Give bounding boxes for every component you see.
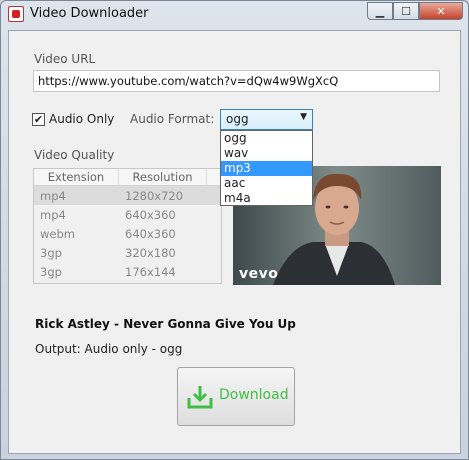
- audio-only-checkbox[interactable]: ✔: [32, 113, 45, 126]
- cell-resolution: 176x144: [125, 264, 176, 279]
- main-panel: Video URL https://www.youtube.com/watch?…: [8, 30, 461, 454]
- cell-extension: mp4: [40, 188, 66, 203]
- audio-format-select[interactable]: ogg ▼: [220, 109, 313, 130]
- quality-table[interactable]: Extension Resolution mp4 1280x720 mp4 64…: [33, 168, 222, 284]
- table-row[interactable]: webm 640x360: [34, 224, 221, 243]
- option-mp3[interactable]: mp3: [221, 161, 312, 176]
- app-icon: [8, 6, 24, 22]
- url-input[interactable]: https://www.youtube.com/watch?v=dQw4w9Wg…: [33, 70, 440, 92]
- cell-resolution: 640x360: [125, 226, 176, 241]
- cell-resolution: 320x180: [125, 245, 176, 260]
- window-title: Video Downloader: [30, 6, 149, 21]
- option-m4a[interactable]: m4a: [221, 191, 312, 206]
- cell-extension: mp4: [40, 207, 66, 222]
- column-header-spacer: [207, 169, 221, 185]
- cell-resolution: 640x360: [125, 207, 176, 222]
- column-header-extension[interactable]: Extension: [34, 169, 119, 185]
- option-ogg[interactable]: ogg: [221, 131, 312, 146]
- download-icon: [187, 386, 213, 409]
- audio-format-label: Audio Format:: [130, 112, 215, 126]
- caption-buttons: ▁ ☐ ✕: [367, 2, 463, 20]
- table-row[interactable]: mp4 640x360: [34, 205, 221, 224]
- column-header-resolution[interactable]: Resolution: [119, 169, 207, 185]
- video-quality-label: Video Quality: [34, 148, 115, 162]
- title-bar[interactable]: Video Downloader ▁ ☐ ✕: [1, 1, 468, 27]
- option-aac[interactable]: aac: [221, 176, 312, 191]
- close-button[interactable]: ✕: [419, 2, 463, 20]
- table-row[interactable]: 3gp 176x144: [34, 262, 221, 281]
- download-label: Download: [219, 387, 289, 403]
- table-row[interactable]: mp4 1280x720: [34, 186, 221, 205]
- chevron-down-icon: ▼: [300, 112, 307, 122]
- cell-extension: 3gp: [40, 245, 62, 260]
- cell-resolution: 1280x720: [125, 188, 184, 203]
- vevo-watermark: vevo: [239, 266, 279, 282]
- minimize-button[interactable]: ▁: [367, 2, 393, 20]
- audio-format-value: ogg: [226, 112, 249, 126]
- download-button[interactable]: Download: [177, 367, 295, 426]
- table-row[interactable]: 3gp 320x180: [34, 243, 221, 262]
- video-title: Rick Astley - Never Gonna Give You Up: [35, 317, 296, 331]
- audio-format-dropdown[interactable]: ogg wav mp3 aac m4a: [220, 130, 313, 206]
- url-label: Video URL: [34, 52, 96, 66]
- cell-extension: webm: [40, 226, 75, 241]
- cell-extension: 3gp: [40, 264, 62, 279]
- audio-only-label[interactable]: Audio Only: [49, 112, 114, 126]
- quality-table-header: Extension Resolution: [34, 169, 221, 186]
- app-window: Video Downloader ▁ ☐ ✕ Video URL https:/…: [0, 0, 469, 460]
- output-status: Output: Audio only - ogg: [35, 342, 183, 356]
- option-wav[interactable]: wav: [221, 146, 312, 161]
- maximize-button[interactable]: ☐: [393, 2, 419, 20]
